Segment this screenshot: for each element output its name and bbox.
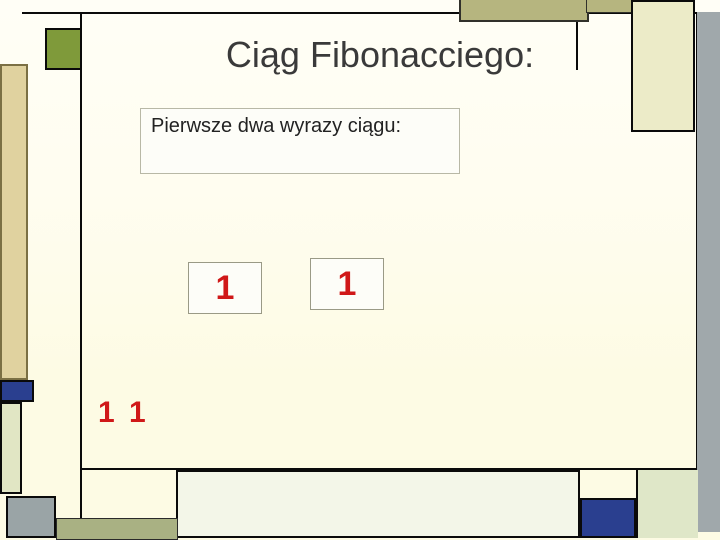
subtitle-text: Pierwsze dwa wyrazy ciągu: <box>151 115 449 138</box>
term-value: 1 <box>216 269 235 308</box>
slide-title: Ciąg Fibonacciego: <box>100 34 660 76</box>
subtitle-box: Pierwsze dwa wyrazy ciągu: <box>140 108 460 174</box>
deco-panel <box>0 402 22 494</box>
term-box-2: 1 <box>310 258 384 310</box>
deco-panel <box>0 64 28 380</box>
deco-line <box>80 12 82 528</box>
deco-line <box>22 12 698 14</box>
deco-panel <box>56 518 178 540</box>
term-value: 1 <box>338 265 357 304</box>
deco-rect-blue <box>580 498 636 538</box>
deco-panel <box>176 470 580 538</box>
deco-square-green <box>47 30 80 68</box>
deco-rect-blue <box>0 380 34 402</box>
term-box-1: 1 <box>188 262 262 314</box>
deco-panel <box>636 470 698 538</box>
deco-rect-olive <box>587 0 631 12</box>
deco-panel-slate <box>696 12 720 532</box>
sequence-line: 1 1 <box>98 396 149 430</box>
slide: Ciąg Fibonacciego: Pierwsze dwa wyrazy c… <box>0 0 720 540</box>
deco-panel-slate <box>6 496 56 538</box>
deco-rect-olive <box>461 0 587 20</box>
